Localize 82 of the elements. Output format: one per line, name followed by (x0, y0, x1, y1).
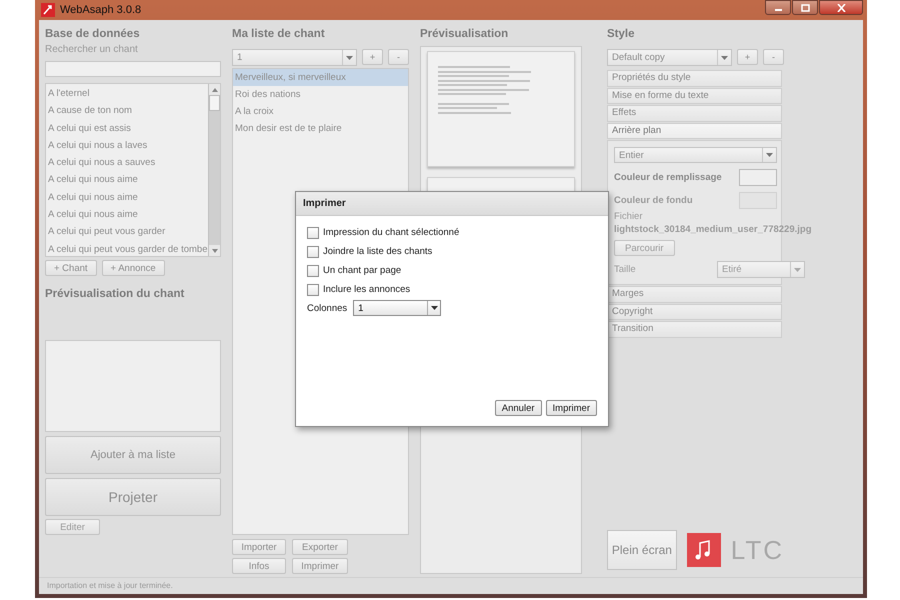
list-item[interactable]: A la croix (233, 103, 408, 120)
caret-icon (346, 56, 353, 60)
fill-color-label: Couleur de remplissage (614, 172, 723, 182)
background-mode-dropdown[interactable]: Entier (614, 147, 777, 163)
song-item[interactable]: A celui qui nous aime (46, 206, 208, 224)
columns-dropdown[interactable]: 1 (353, 300, 442, 316)
caret-icon (794, 268, 801, 272)
song-item[interactable]: A celui qui nous a laves (46, 136, 208, 154)
section-title: Prévisualisation du chant (45, 287, 186, 302)
caret-icon (721, 56, 728, 60)
maximize-button[interactable] (792, 0, 818, 15)
song-item[interactable]: A celui qui peut vous garder de tombe (46, 240, 208, 256)
list-item[interactable]: Mon desir est de te plaire (233, 120, 408, 137)
list-action-button[interactable]: Importer (232, 539, 286, 555)
add-style-button[interactable]: + (737, 49, 758, 65)
columns-label: Colonnes (307, 302, 348, 314)
option-label: Un chant par page (323, 265, 402, 276)
add-to-list-button[interactable]: Ajouter à ma liste (45, 436, 221, 474)
list-item[interactable]: Merveilleux, si merveilleux (233, 69, 408, 86)
close-button[interactable] (819, 0, 863, 15)
section-title: Base de données (45, 27, 141, 42)
remove-style-button[interactable]: - (763, 49, 784, 65)
song-item[interactable]: A celui qui nous a sauves (46, 154, 208, 172)
checkbox[interactable] (307, 246, 319, 258)
option-label: Impression du chant sélectionné (323, 227, 460, 238)
accordion-header[interactable]: Marges (607, 286, 782, 302)
minimize-button[interactable] (765, 0, 791, 15)
project-button[interactable]: Projeter (45, 478, 221, 516)
accordion-header[interactable]: Propriétés du style (607, 70, 782, 86)
checkbox[interactable] (307, 284, 319, 296)
search-field[interactable] (45, 61, 221, 77)
search-label: Rechercher un chant (45, 44, 139, 55)
file-name: lightstock_30184_medium_user_778229.jpg (614, 224, 812, 235)
accordion-header[interactable]: Transition (607, 321, 782, 338)
scrollbar[interactable] (208, 84, 220, 256)
section-title: Style (607, 27, 636, 42)
checkbox[interactable] (307, 226, 319, 238)
fade-color-label: Couleur de fondu (614, 194, 694, 206)
add-button[interactable]: + Chant (45, 260, 97, 276)
add-list-button[interactable]: + (362, 49, 383, 65)
list-item[interactable]: Roi des nations (233, 86, 408, 103)
accordion-header[interactable]: Effets (607, 105, 782, 122)
file-label: Fichier (614, 211, 644, 222)
list-dropdown[interactable]: 1 (232, 49, 357, 66)
fullscreen-button[interactable]: Plein écran (607, 530, 677, 570)
accordion-header[interactable]: Mise en forme du texte (607, 88, 782, 104)
song-item[interactable]: A l'eternel (46, 85, 208, 102)
color-picker-button[interactable] (739, 192, 777, 208)
accordion-header[interactable]: Copyright (607, 304, 782, 320)
list-action-button[interactable]: Infos (232, 558, 286, 574)
dialog-title: Imprimer (296, 192, 608, 216)
scroll-down-icon[interactable] (212, 248, 218, 252)
add-button[interactable]: + Annonce (102, 260, 165, 276)
list-action-button[interactable]: Imprimer (292, 558, 348, 574)
caret-icon (430, 306, 438, 310)
style-dropdown[interactable]: Default copy (607, 49, 732, 66)
dialog-button[interactable]: Annuler (494, 400, 542, 416)
song-item[interactable]: A cause de ton nom (46, 102, 208, 120)
list-action-button[interactable]: Exporter (292, 539, 348, 555)
option-label: Joindre la liste des chants (323, 246, 432, 257)
caret-icon (766, 153, 773, 157)
note-logo-icon (686, 533, 721, 567)
scrollbar-thumb[interactable] (209, 95, 220, 111)
checkbox[interactable] (307, 264, 319, 276)
maximize-icon (800, 4, 810, 12)
song-item[interactable]: A celui qui nous aime (46, 188, 208, 206)
song-item[interactable]: A celui qui nous aime (46, 171, 208, 189)
option-label: Inclure les annonces (323, 284, 410, 295)
dialog-button[interactable]: Imprimer (546, 400, 597, 416)
window-title: WebAsaph 3.0.8 (60, 4, 142, 16)
section-title: Ma liste de chant (232, 27, 326, 42)
remove-list-button[interactable]: - (388, 49, 409, 65)
status-bar: Importation et mise à jour terminée. (39, 577, 863, 594)
app-logo-icon (41, 3, 55, 17)
section-title: Prévisualisation (420, 27, 510, 42)
song-item[interactable]: A celui qui peut vous garder (46, 223, 208, 241)
song-item[interactable]: A celui qui est assis (46, 120, 208, 137)
scroll-up-icon[interactable] (212, 88, 218, 92)
accordion-header[interactable]: Arrière plan (607, 122, 782, 139)
close-icon (836, 4, 846, 12)
color-picker-button[interactable] (739, 168, 777, 186)
size-label: Taille (614, 264, 637, 275)
